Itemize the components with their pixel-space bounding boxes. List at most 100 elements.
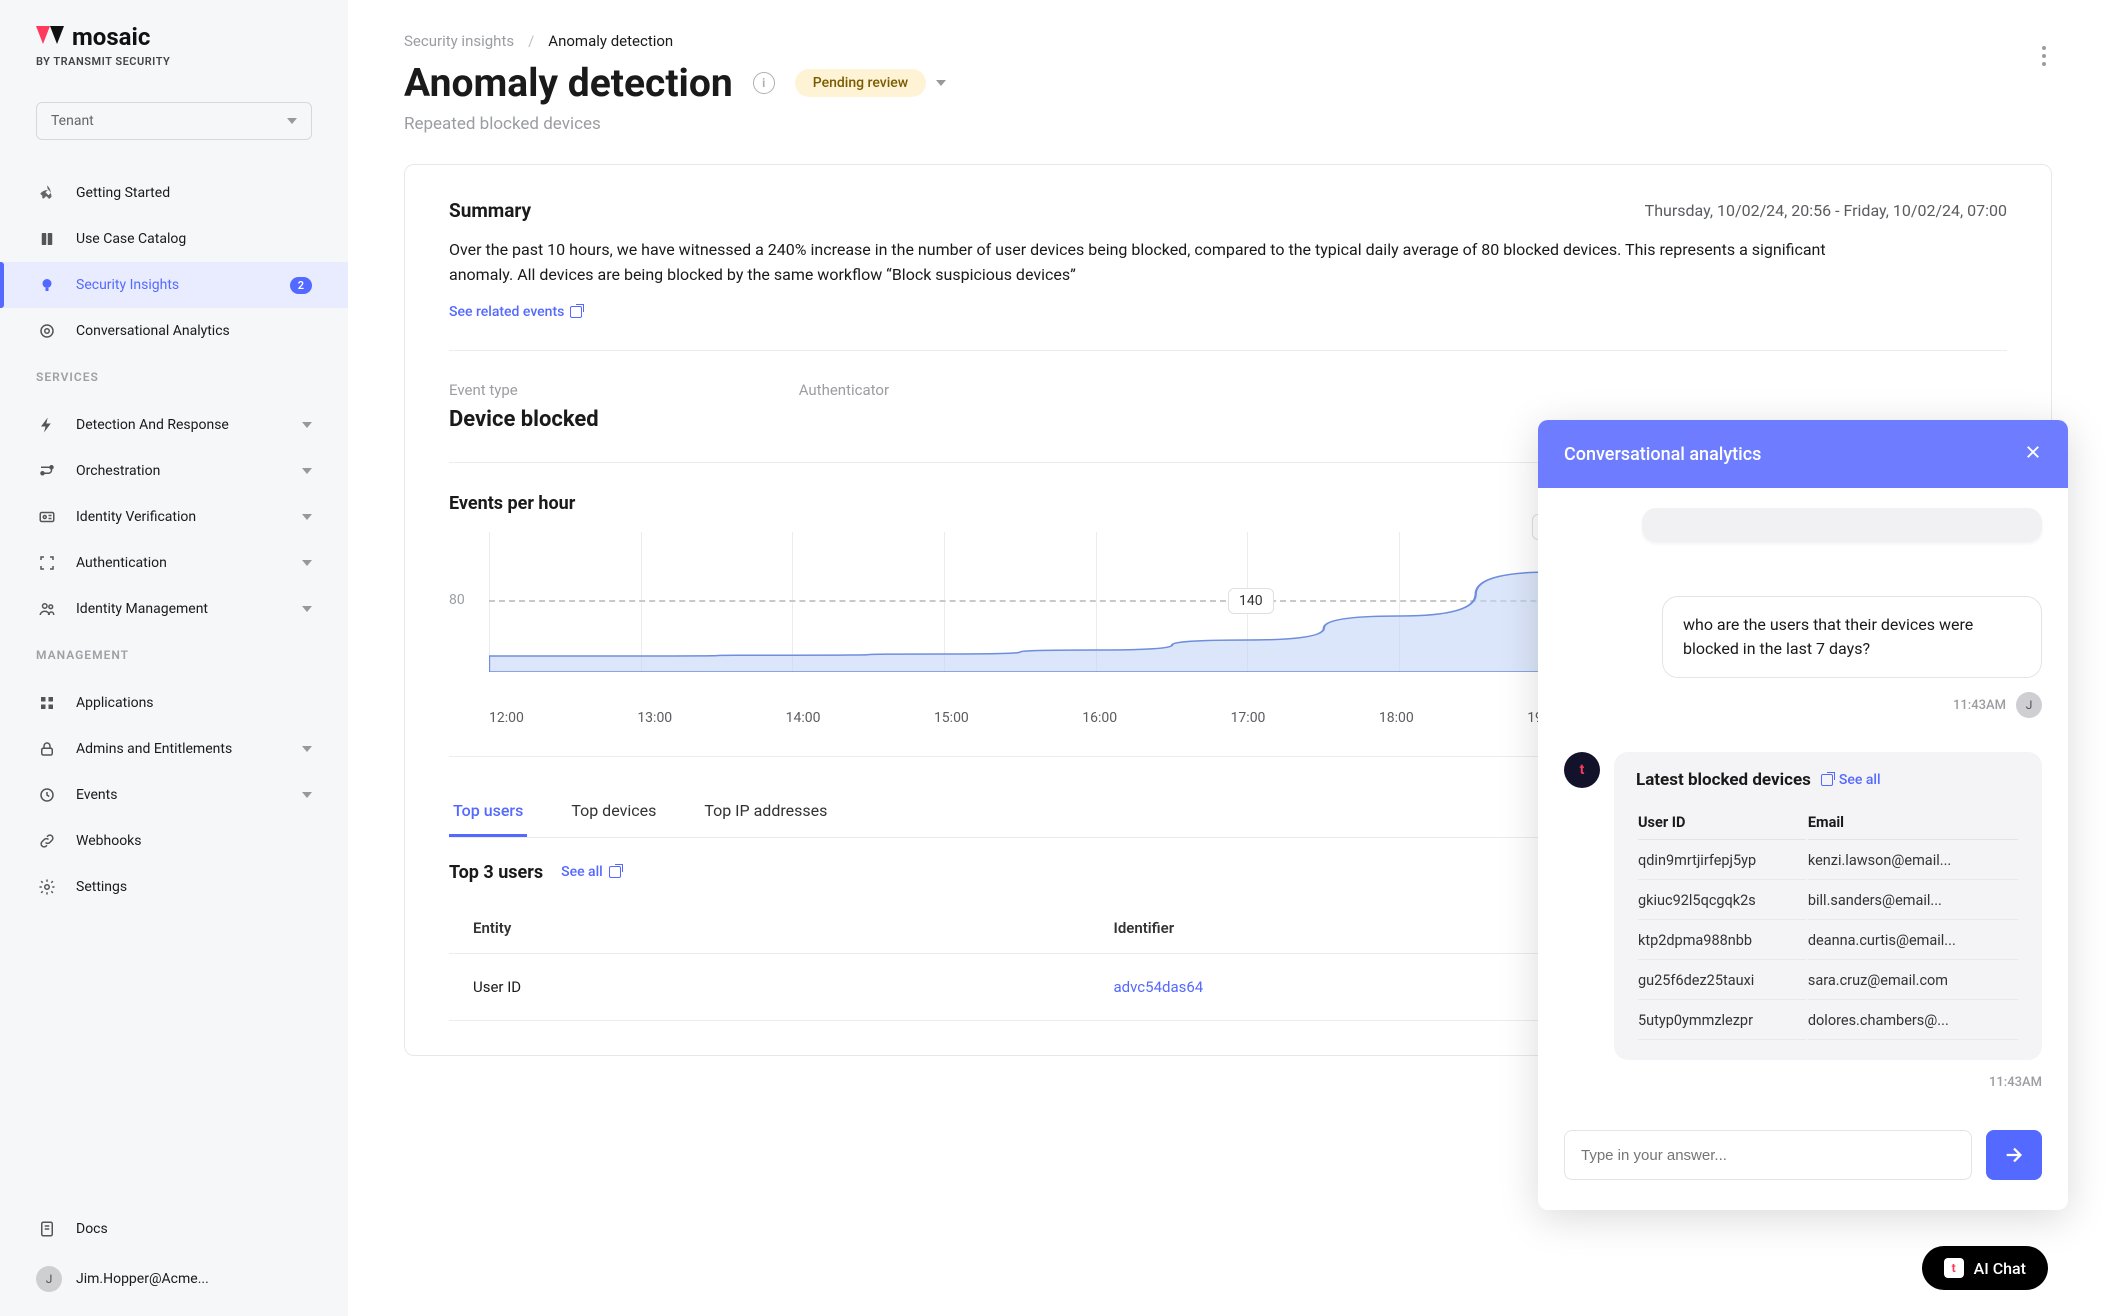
- sidebar-item-identity-management[interactable]: Identity Management: [0, 586, 348, 632]
- x-tick: 16:00: [1082, 710, 1117, 726]
- table-row[interactable]: gkiuc92l5qcgqk2sbill.sanders@email...: [1638, 882, 2018, 920]
- info-icon[interactable]: i: [753, 72, 775, 94]
- external-link-icon: [1821, 774, 1833, 786]
- tab-top-ip-addresses[interactable]: Top IP addresses: [700, 787, 831, 837]
- sidebar-item-orchestration[interactable]: Orchestration: [0, 448, 348, 494]
- user-message: who are the users that their devices wer…: [1662, 596, 2042, 678]
- table-row[interactable]: qdin9mrtjirfepj5ypkenzi.lawson@email...: [1638, 842, 2018, 880]
- nav-label: Orchestration: [76, 463, 160, 479]
- close-icon[interactable]: [2024, 442, 2042, 466]
- sidebar: mosaic BY TRANSMIT SECURITY Tenant Getti…: [0, 0, 348, 1316]
- authenticator-label: Authenticator: [799, 381, 889, 399]
- chevron-down-icon: [302, 560, 312, 566]
- sidebar-item-applications[interactable]: Applications: [0, 680, 348, 726]
- sidebar-item-security-insights[interactable]: Security Insights2: [0, 262, 348, 308]
- table-row[interactable]: gu25f6dez25tauxisara.cruz@email.com: [1638, 962, 2018, 1000]
- sidebar-user[interactable]: J Jim.Hopper@Acme...: [0, 1252, 348, 1306]
- top-users-title: Top 3 users: [449, 862, 543, 883]
- chat-panel: Conversational analytics who are the use…: [1538, 420, 2068, 1210]
- message-timestamp: 11:43AM: [1989, 1075, 2042, 1090]
- breadcrumb-separator: /: [528, 32, 534, 50]
- sidebar-item-authentication[interactable]: Authentication: [0, 540, 348, 586]
- sidebar-item-identity-verification[interactable]: Identity Verification: [0, 494, 348, 540]
- page-subtitle: Repeated blocked devices: [404, 114, 2052, 134]
- breadcrumb-root[interactable]: Security insights: [404, 32, 514, 50]
- bulb-icon: [36, 274, 58, 296]
- chain-icon: [36, 830, 58, 852]
- management-heading: MANAGEMENT: [0, 632, 348, 672]
- chevron-down-icon[interactable]: [936, 80, 946, 86]
- column-header: User ID: [1638, 806, 1806, 840]
- mosaic-logo-icon: mosaic: [36, 22, 206, 52]
- table-row[interactable]: ktp2dpma988nbbdeanna.curtis@email...: [1638, 922, 2018, 960]
- avatar: J: [2016, 692, 2042, 718]
- nav-label: Identity Management: [76, 601, 208, 617]
- lock-icon: [36, 738, 58, 760]
- tab-top-devices[interactable]: Top devices: [567, 787, 660, 837]
- sidebar-item-events[interactable]: Events: [0, 772, 348, 818]
- chart-baseline-label: 80: [449, 592, 465, 608]
- event-type-label: Event type: [449, 381, 599, 399]
- tenant-label: Tenant: [51, 113, 94, 129]
- chevron-down-icon: [302, 422, 312, 428]
- sidebar-item-admins-and-entitlements[interactable]: Admins and Entitlements: [0, 726, 348, 772]
- bot-card-title: Latest blocked devices: [1636, 770, 1811, 790]
- table-row[interactable]: 5utyp0ymmzlezprdolores.chambers@...: [1638, 1002, 2018, 1040]
- tenant-selector[interactable]: Tenant: [36, 102, 312, 140]
- event-type-value: Device blocked: [449, 407, 599, 432]
- breadcrumb-current: Anomaly detection: [548, 32, 673, 50]
- see-all-users-link[interactable]: See all: [561, 864, 621, 880]
- nav-label: Use Case Catalog: [76, 231, 186, 247]
- see-all-link[interactable]: See all: [1821, 772, 1881, 788]
- see-all-label: See all: [1839, 772, 1881, 788]
- book-icon: [36, 228, 58, 250]
- sidebar-item-conversational-analytics[interactable]: Conversational Analytics: [0, 308, 348, 354]
- x-tick: 17:00: [1231, 710, 1266, 726]
- chevron-down-icon: [302, 514, 312, 520]
- chat-title: Conversational analytics: [1564, 444, 1761, 465]
- sidebar-item-detection-and-response[interactable]: Detection And Response: [0, 402, 348, 448]
- ai-chat-label: AI Chat: [1974, 1259, 2026, 1278]
- send-button[interactable]: [1986, 1130, 2042, 1180]
- target-icon: [36, 320, 58, 342]
- bolt-icon: [36, 414, 58, 436]
- avatar: J: [36, 1266, 62, 1292]
- sidebar-item-webhooks[interactable]: Webhooks: [0, 818, 348, 864]
- email-cell: dolores.chambers@...: [1808, 1002, 2018, 1040]
- userid-cell: qdin9mrtjirfepj5yp: [1638, 842, 1806, 880]
- sidebar-item-use-case-catalog[interactable]: Use Case Catalog: [0, 216, 348, 262]
- chat-header: Conversational analytics: [1538, 420, 2068, 488]
- status-badge: Pending review: [795, 69, 926, 97]
- idcard-icon: [36, 506, 58, 528]
- column-header: Email: [1808, 806, 2018, 840]
- x-tick: 13:00: [637, 710, 672, 726]
- nav-label: Security Insights: [76, 277, 179, 293]
- message-timestamp: 11:43AM: [1953, 698, 2006, 713]
- chevron-down-icon: [287, 118, 297, 124]
- nav-label: Admins and Entitlements: [76, 741, 232, 757]
- clock-icon: [36, 784, 58, 806]
- sidebar-item-settings[interactable]: Settings: [0, 864, 348, 910]
- tab-top-users[interactable]: Top users: [449, 787, 527, 837]
- ai-chat-button[interactable]: t AI Chat: [1922, 1246, 2048, 1290]
- brand-byline: BY TRANSMIT SECURITY: [36, 55, 312, 68]
- email-cell: deanna.curtis@email...: [1808, 922, 2018, 960]
- nav-label: Applications: [76, 695, 154, 711]
- x-tick: 15:00: [934, 710, 969, 726]
- see-related-events-link[interactable]: See related events: [449, 304, 582, 320]
- ai-logo-icon: t: [1944, 1258, 1964, 1278]
- main-content: Security insights / Anomaly detection An…: [348, 0, 2108, 1316]
- nav-label: Getting Started: [76, 185, 170, 201]
- chat-input[interactable]: [1564, 1130, 1972, 1180]
- users-icon: [36, 598, 58, 620]
- services-heading: SERVICES: [0, 354, 348, 394]
- chevron-down-icon: [302, 792, 312, 798]
- blocked-devices-table: User IDEmail qdin9mrtjirfepj5ypkenzi.law…: [1636, 804, 2020, 1042]
- userid-cell: ktp2dpma988nbb: [1638, 922, 1806, 960]
- brand-logo: mosaic BY TRANSMIT SECURITY: [0, 22, 348, 88]
- sidebar-item-docs[interactable]: Docs: [0, 1206, 348, 1252]
- kebab-menu[interactable]: [2036, 40, 2052, 72]
- sidebar-item-getting-started[interactable]: Getting Started: [0, 170, 348, 216]
- chevron-down-icon: [302, 746, 312, 752]
- x-tick: 18:00: [1379, 710, 1414, 726]
